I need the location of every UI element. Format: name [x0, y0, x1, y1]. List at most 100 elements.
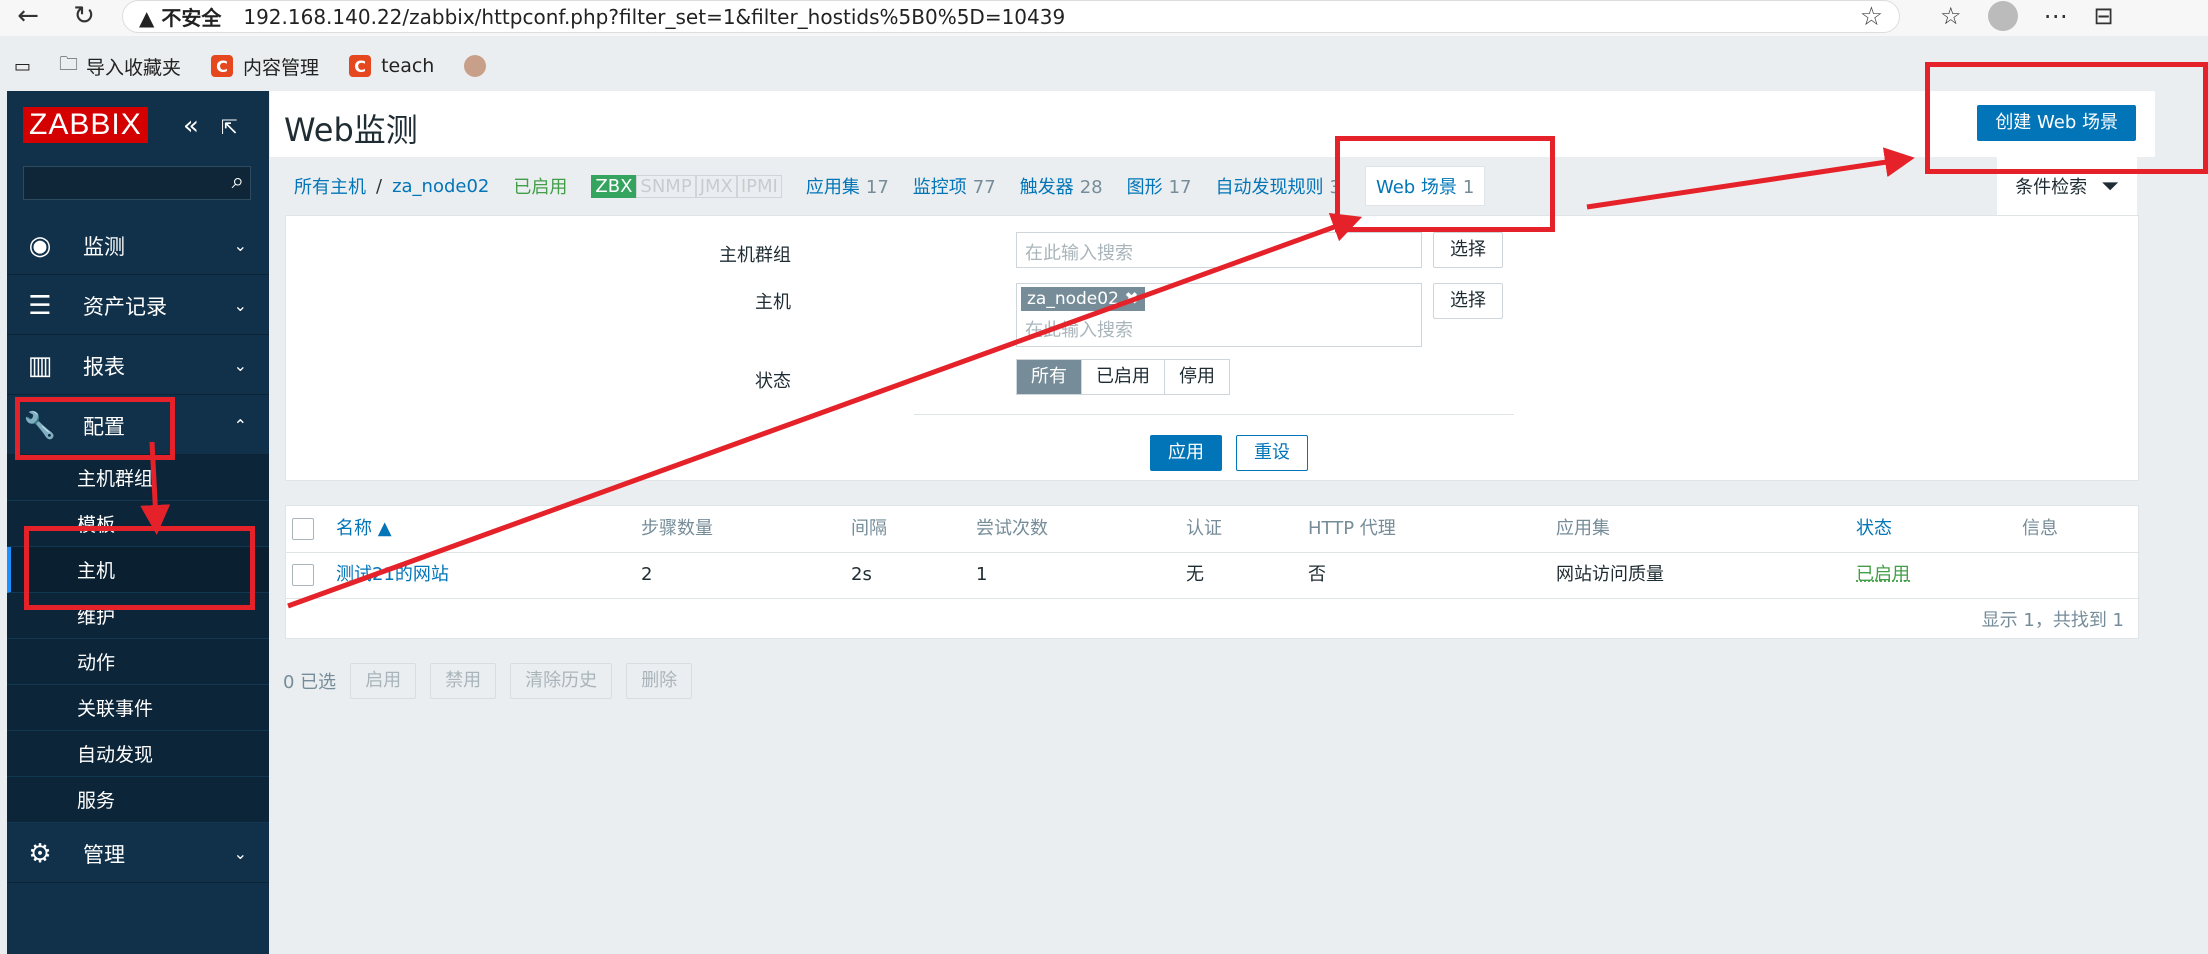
menu-administration[interactable]: ⚙ 管理 ⌄	[7, 825, 269, 883]
zabbix-logo[interactable]: ZABBIX	[23, 107, 148, 143]
tab-graphs[interactable]: 图形 17	[1127, 173, 1192, 199]
select-all-checkbox[interactable]	[292, 518, 314, 540]
row-steps: 2	[641, 564, 653, 585]
annotation-box-hosts	[24, 526, 255, 610]
breadcrumb-separator: /	[376, 175, 383, 197]
menu-monitoring[interactable]: ◉ 监测 ⌄	[7, 217, 269, 275]
eye-icon: ◉	[28, 230, 52, 261]
clear-history-button[interactable]: 清除历史	[510, 663, 613, 699]
host-breadcrumb-tabs: 所有主机 / za_node02 已启用 ZBX SNMP JMX IPMI 应用集 1…	[270, 157, 2155, 215]
bookmark-content-management[interactable]: C 内容管理	[211, 53, 319, 80]
warning-icon: ▲	[139, 6, 162, 30]
status-option-enabled[interactable]: 已启用	[1082, 360, 1165, 394]
favorites-icon[interactable]: ☆	[1940, 2, 1962, 30]
bookmark-import[interactable]: 🗀 导入收藏夹	[59, 50, 181, 82]
disable-button[interactable]: 禁用	[430, 663, 497, 699]
row-name-link[interactable]: 测试21的网站	[336, 552, 449, 598]
breadcrumb-host[interactable]: za_node02	[392, 176, 489, 197]
apply-button[interactable]: 应用	[1150, 435, 1222, 471]
collapse-sidebar-icon[interactable]: «	[183, 111, 199, 141]
sidebar-toggle-icon[interactable]: ⊟	[2094, 2, 2114, 30]
address-bar[interactable]: ▲ 不安全 192.168.140.22/zabbix/httpconf.php…	[122, 0, 1900, 33]
row-interval: 2s	[851, 564, 872, 585]
col-http-proxy: HTTP 代理	[1308, 518, 1396, 539]
status-label: 状态	[755, 371, 791, 392]
profile-avatar-icon[interactable]	[1987, 1, 2018, 31]
more-menu-icon[interactable]: ⋯	[2044, 2, 2068, 30]
status-segmented-control: 所有 已启用 停用	[1016, 359, 1230, 395]
interface-badges: ZBX SNMP JMX IPMI	[591, 174, 782, 198]
row-status-toggle[interactable]: 已启用	[1856, 552, 1910, 598]
web-scenarios-table: 名称 ▲ 步骤数量 间隔 尝试次数 认证 HTTP 代理 应用集 状态 信息 测…	[285, 505, 2140, 639]
annotation-box-create-button	[1925, 62, 2208, 174]
enable-button[interactable]: 启用	[350, 663, 417, 699]
page-title: Web监测	[284, 111, 418, 149]
submenu-services[interactable]: 服务	[7, 777, 269, 823]
host-chip: za_node02 ✖	[1021, 287, 1145, 311]
snmp-badge: SNMP	[636, 174, 696, 198]
chevron-down-icon: ⌄	[233, 296, 247, 315]
host-select-button[interactable]: 选择	[1433, 283, 1503, 319]
tab-applications[interactable]: 应用集 17	[806, 173, 889, 199]
submenu-host-groups[interactable]: 主机群组	[7, 455, 269, 501]
col-attempts: 尝试次数	[976, 518, 1048, 539]
annotation-box-configuration	[15, 397, 175, 460]
row-checkbox[interactable]	[292, 564, 314, 586]
bookmark-avatar-icon[interactable]	[464, 55, 487, 77]
list-icon: ☰	[28, 290, 52, 321]
col-status[interactable]: 状态	[1856, 506, 1892, 552]
selected-count: 0 已选	[283, 672, 337, 693]
host-status-enabled[interactable]: 已启用	[513, 173, 567, 199]
submenu-event-correlation[interactable]: 关联事件	[7, 685, 269, 731]
folder-icon: 🗀	[59, 53, 79, 75]
kiosk-mode-icon[interactable]: ⇱	[221, 115, 238, 139]
host-search-input[interactable]: 在此输入搜索	[1025, 316, 1133, 342]
row-application: 网站访问质量	[1556, 564, 1664, 585]
menu-reports[interactable]: ▥ 报表 ⌄	[7, 337, 269, 395]
table-count: 显示 1，共找到 1	[1981, 610, 2124, 631]
filter-panel: 主机群组 在此输入搜索 选择 主机 za_node02 ✖ 在此输入搜索 选择 …	[285, 215, 2139, 481]
host-group-select-button[interactable]: 选择	[1433, 232, 1503, 268]
host-label: 主机	[755, 292, 791, 313]
c-logo-icon: C	[349, 55, 372, 77]
bookmarks-bar: ▭ 🗀 导入收藏夹 C 内容管理 Cteach	[0, 46, 2208, 86]
insecure-warning[interactable]: ▲ 不安全	[139, 2, 221, 31]
status-option-all[interactable]: 所有	[1017, 360, 1082, 394]
submenu-actions[interactable]: 动作	[7, 639, 269, 685]
c-logo-icon: C	[211, 55, 234, 77]
status-option-disabled[interactable]: 停用	[1165, 360, 1229, 394]
reload-icon[interactable]: ↻	[64, 0, 104, 32]
filter-icon: ⏷	[2101, 173, 2119, 199]
col-info: 信息	[2022, 518, 2058, 539]
col-name[interactable]: 名称 ▲	[336, 506, 392, 552]
jmx-badge: JMX	[695, 174, 737, 198]
back-icon[interactable]: ←	[8, 0, 48, 32]
tab-triggers[interactable]: 触发器 28	[1020, 173, 1103, 199]
col-application: 应用集	[1556, 518, 1610, 539]
host-multiselect[interactable]: za_node02 ✖ 在此输入搜索	[1016, 283, 1422, 347]
col-steps: 步骤数量	[641, 518, 713, 539]
tab-items[interactable]: 监控项 77	[913, 173, 996, 199]
bookmark-teach[interactable]: Cteach	[349, 55, 434, 77]
ipmi-badge: IPMI	[736, 174, 782, 198]
annotation-box-web-tab	[1335, 136, 1555, 232]
row-attempts: 1	[976, 564, 988, 585]
reset-button[interactable]: 重设	[1236, 435, 1308, 471]
breadcrumb-all-hosts[interactable]: 所有主机	[294, 173, 366, 199]
submenu-discovery[interactable]: 自动发现	[7, 731, 269, 777]
delete-button[interactable]: 删除	[626, 663, 693, 699]
search-icon[interactable]: ⌕	[232, 169, 244, 194]
col-authentication: 认证	[1186, 518, 1222, 539]
favorite-star-icon[interactable]: ☆	[1860, 2, 1883, 32]
host-group-input[interactable]: 在此输入搜索	[1016, 232, 1422, 268]
host-group-label: 主机群组	[719, 245, 791, 266]
tab-list-icon[interactable]: ▭	[14, 56, 31, 77]
bulk-actions: 0 已选 启用 禁用 清除历史 删除	[283, 663, 693, 699]
menu-inventory[interactable]: ☰ 资产记录 ⌄	[7, 277, 269, 335]
remove-chip-icon[interactable]: ✖	[1124, 289, 1138, 309]
row-divider	[286, 598, 2140, 599]
main-content: Web监测 创建 Web 场景 所有主机 / za_node02 已启用 ZBX…	[270, 91, 2155, 954]
sidebar-search-input[interactable]: ⌕	[23, 166, 251, 200]
chevron-down-icon: ⌄	[233, 844, 247, 863]
tab-discovery-rules[interactable]: 自动发现规则 3	[1216, 173, 1341, 199]
